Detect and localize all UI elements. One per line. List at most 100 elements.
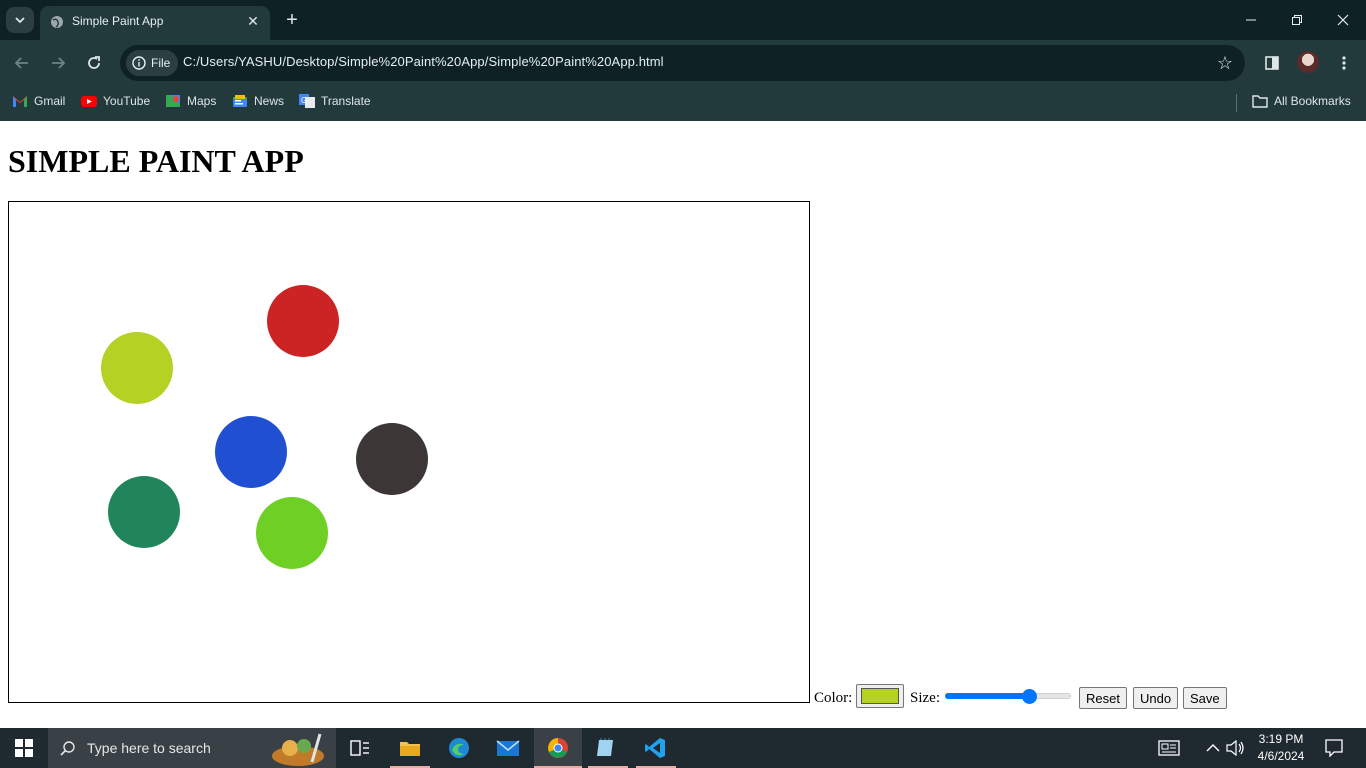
url-text[interactable]: C:/Users/YASHU/Desktop/Simple%20Paint%20… [183,54,664,69]
size-slider-thumb[interactable] [1021,689,1037,704]
news-widget-button[interactable] [1157,736,1181,760]
news-icon [233,95,247,107]
page-title: SIMPLE PAINT APP [8,143,304,179]
address-bar[interactable]: File C:/Users/YASHU/Desktop/Simple%20Pai… [120,45,1245,81]
bookmark-gmail[interactable]: Gmail [12,94,65,108]
restore-icon [1292,15,1302,25]
mail-icon [496,740,520,756]
size-label: Size: [910,690,940,706]
paint-stroke-dot [101,332,173,404]
bookmark-youtube[interactable]: YouTube [81,94,150,108]
bookmark-label: Translate [321,94,371,108]
globe-icon [51,16,63,28]
tab-search-button[interactable] [6,7,34,33]
menu-button[interactable] [1332,51,1356,75]
folder-icon [400,742,420,756]
forward-button[interactable] [46,51,70,75]
windows-logo-icon [15,739,33,757]
reload-button[interactable] [82,51,106,75]
tab-title: Simple Paint App [72,14,164,28]
maps-icon [166,95,180,107]
all-bookmarks-label: All Bookmarks [1274,94,1351,108]
size-slider[interactable] [945,689,1071,704]
chrome-button[interactable] [534,728,582,768]
restore-button[interactable] [1282,8,1312,32]
paint-stroke-dot [108,476,180,548]
taskbar-search-placeholder: Type here to search [87,740,211,756]
new-tab-button[interactable]: + [280,8,304,32]
side-panel-icon [1265,56,1279,70]
bookmark-maps[interactable]: Maps [165,94,216,108]
vscode-button[interactable] [643,736,667,760]
folder-icon [1252,95,1268,108]
back-button[interactable] [10,51,34,75]
bookmark-label: Gmail [34,94,66,108]
chrome-icon [548,738,568,758]
minimize-button[interactable] [1236,8,1266,32]
svg-text:G: G [301,96,307,105]
reload-icon [88,56,100,69]
bookmark-news[interactable]: News [232,94,284,108]
color-picker-fill [861,688,899,704]
notepad-icon [597,738,613,756]
taskbar-search[interactable]: Type here to search [48,728,336,768]
notification-icon [1325,739,1343,757]
save-button[interactable]: Save [1183,687,1227,709]
windows-taskbar: Type here to search 3:19 PM 4/6/2024 [0,728,1366,768]
system-clock[interactable]: 3:19 PM 4/6/2024 [1256,731,1306,765]
youtube-icon [81,96,97,107]
volume-button[interactable] [1224,736,1248,760]
task-view-button[interactable] [348,736,372,760]
chevron-up-icon [1206,744,1220,752]
paint-stroke-dot [215,416,287,488]
close-window-button[interactable] [1328,8,1358,32]
all-bookmarks-button[interactable]: All Bookmarks [1252,94,1351,108]
edge-button[interactable] [447,736,471,760]
news-icon [1158,740,1180,756]
info-icon [132,56,146,70]
color-picker[interactable] [856,684,904,708]
tab-simple-paint-app[interactable]: Simple Paint App ✕ [40,6,270,40]
side-panel-button[interactable] [1260,51,1284,75]
chevron-down-icon [15,17,25,24]
vscode-icon [645,738,665,758]
notepad-button[interactable] [594,736,618,760]
arrow-left-icon [14,57,28,69]
translate-icon: G [299,94,315,108]
task-view-icon [350,740,369,756]
site-info-chip[interactable]: File [126,50,179,76]
close-icon [1337,14,1349,26]
browser-toolbar: File C:/Users/YASHU/Desktop/Simple%20Pai… [0,40,1366,86]
speaker-icon [1226,740,1244,756]
file-explorer-button[interactable] [398,736,422,760]
paint-canvas[interactable] [8,201,810,703]
gmail-icon [13,96,27,107]
paint-stroke-dot [267,285,339,357]
reset-button[interactable]: Reset [1079,687,1127,709]
search-highlight-icon [272,733,324,766]
bookmarks-bar: Gmail YouTube Maps News G Translate All … [0,86,1366,121]
notifications-button[interactable] [1322,736,1346,760]
show-hidden-icons-button[interactable] [1201,736,1225,760]
browser-tab-strip: Simple Paint App ✕ + [0,0,1366,40]
size-slider-fill [945,693,1030,699]
edge-icon [449,738,469,758]
star-icon[interactable]: ☆ [1217,53,1233,74]
profile-avatar[interactable] [1297,51,1319,73]
bookmark-translate[interactable]: G Translate [299,94,371,108]
paint-stroke-dot [356,423,428,495]
color-label: Color: [814,690,853,706]
page-content: SIMPLE PAINT APP Color: Size: Reset Undo… [0,121,1366,728]
clock-date: 4/6/2024 [1257,749,1305,763]
bookmark-label: News [254,94,285,108]
bookmark-label: YouTube [103,94,151,108]
minimize-icon [1246,19,1256,21]
search-icon [60,741,75,756]
more-vertical-icon [1342,56,1346,70]
bookmark-label: Maps [187,94,217,108]
start-button[interactable] [0,728,48,768]
undo-button[interactable]: Undo [1133,687,1179,709]
close-tab-icon[interactable]: ✕ [244,12,262,30]
mail-button[interactable] [496,736,520,760]
clock-time: 3:19 PM [1258,732,1304,746]
